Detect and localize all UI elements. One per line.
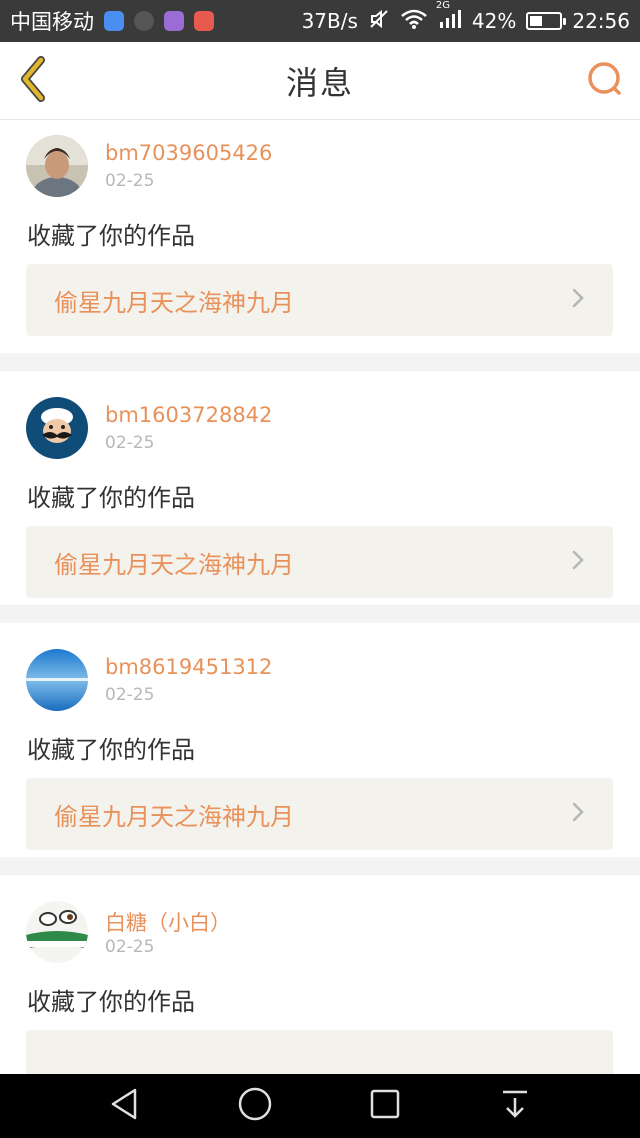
avatar[interactable]: [26, 135, 88, 197]
user-name-link[interactable]: 白糖（小白）: [105, 907, 231, 937]
home-circle-icon: [237, 1086, 273, 1126]
app-notification-icon: [194, 11, 214, 31]
message-date: 02-25: [105, 433, 155, 453]
message-card: 白糖（小白） 02-25 收藏了你的作品: [0, 875, 640, 1074]
status-right: 37B/s 2G 42% 22:56: [301, 0, 630, 35]
network-type-label: 2G: [435, 0, 451, 11]
message-list[interactable]: bm7039605426 02-25 收藏了你的作品 偷星九月天之海神九月 bm…: [0, 121, 640, 1074]
wifi-icon: [400, 8, 428, 35]
battery-icon: [526, 12, 567, 30]
message-date: 02-25: [105, 685, 155, 705]
work-link[interactable]: 偷星九月天之海神九月: [26, 778, 613, 850]
user-name-link[interactable]: bm8619451312: [105, 655, 272, 679]
message-card: bm7039605426 02-25 收藏了你的作品 偷星九月天之海神九月: [0, 121, 640, 353]
battery-percent-label: 42%: [471, 9, 517, 33]
nav-home-button[interactable]: [225, 1081, 285, 1131]
message-text: 收藏了你的作品: [27, 988, 195, 1016]
app-notification-icon: [104, 11, 124, 31]
clock-label: 22:56: [572, 9, 630, 33]
signal-icon: 2G: [436, 0, 462, 35]
status-left: 中国移动: [10, 6, 214, 36]
chevron-right-icon: [571, 549, 585, 575]
work-title: 偷星九月天之海神九月: [54, 550, 294, 579]
avatar[interactable]: [26, 901, 88, 963]
back-triangle-icon: [109, 1087, 141, 1125]
mute-icon: [368, 8, 390, 35]
system-nav-bar: [0, 1074, 640, 1138]
avatar[interactable]: [26, 649, 88, 711]
work-link[interactable]: 偷星九月天之海神九月: [26, 264, 613, 336]
message-text: 收藏了你的作品: [27, 222, 195, 250]
message-card: bm1603728842 02-25 收藏了你的作品 偷星九月天之海神九月: [0, 371, 640, 605]
chevron-right-icon: [571, 287, 585, 313]
work-title: 偷星九月天之海神九月: [54, 802, 294, 831]
work-link[interactable]: [26, 1030, 613, 1074]
carrier-label: 中国移动: [10, 10, 94, 34]
status-bar: 中国移动 37B/s 2G 42% 22:56: [0, 0, 640, 42]
page-title: 消息: [285, 63, 354, 102]
nav-notification-button[interactable]: [485, 1081, 545, 1131]
avatar[interactable]: [26, 397, 88, 459]
work-title: 偷星九月天之海神九月: [54, 288, 294, 317]
search-icon: [586, 60, 624, 102]
notification-down-icon: [500, 1088, 530, 1124]
message-card: bm8619451312 02-25 收藏了你的作品 偷星九月天之海神九月: [0, 623, 640, 857]
back-chevron-icon: [17, 56, 51, 106]
chevron-right-icon: [571, 801, 585, 827]
app-notification-icon: [134, 11, 154, 31]
recents-square-icon: [369, 1088, 401, 1124]
app-header: 消息: [0, 42, 640, 120]
search-button[interactable]: [584, 60, 626, 102]
message-date: 02-25: [105, 937, 155, 957]
nav-back-button[interactable]: [95, 1081, 155, 1131]
nav-recents-button[interactable]: [355, 1081, 415, 1131]
message-date: 02-25: [105, 171, 155, 191]
user-name-link[interactable]: bm1603728842: [105, 403, 272, 427]
app-notification-icon: [164, 11, 184, 31]
net-speed-label: 37B/s: [301, 9, 358, 33]
back-button[interactable]: [14, 56, 54, 106]
message-text: 收藏了你的作品: [27, 484, 195, 512]
work-link[interactable]: 偷星九月天之海神九月: [26, 526, 613, 598]
user-name-link[interactable]: bm7039605426: [105, 141, 272, 165]
message-text: 收藏了你的作品: [27, 736, 195, 764]
